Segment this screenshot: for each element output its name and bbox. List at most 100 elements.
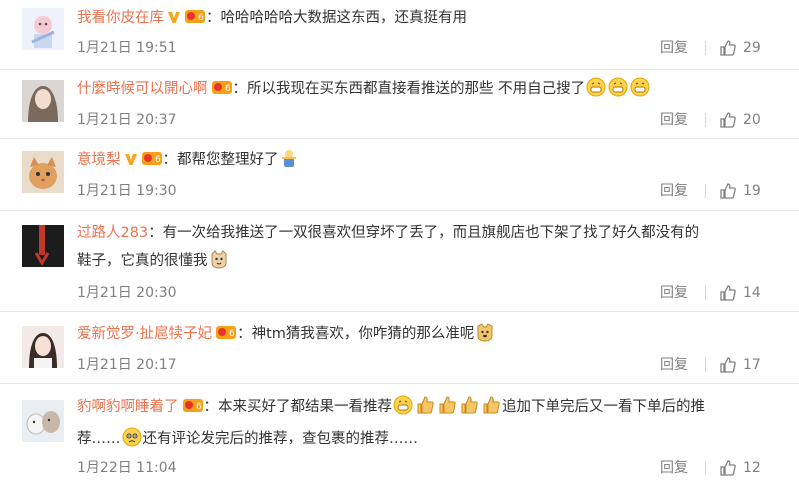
reply-button[interactable]: 回复 (660, 110, 688, 130)
comment-meta: 1月21日 19:30 回复 19 (77, 181, 779, 201)
username-link[interactable]: 豹啊豹啊睡着了 (77, 399, 179, 415)
comment-time: 1月21日 19:51 (77, 40, 177, 56)
comment-item: 我看你皮在库 6 ：哈哈哈哈哈大数据这东西，还真挺有用 1月21日 19:51 回复… (0, 0, 799, 70)
username-link[interactable]: 爱新觉罗·扯扈犊子妃 (77, 326, 212, 342)
grin-emoji-icon (393, 395, 413, 425)
comment-body: 追加下单完后又一看下单后的推 (502, 399, 705, 415)
reply-button[interactable]: 回复 (660, 38, 688, 58)
thumbs-up-icon (720, 40, 736, 56)
svg-text:6: 6 (198, 13, 204, 23)
reply-button[interactable]: 回复 (660, 355, 688, 375)
thumbs-up-icon (720, 112, 736, 128)
comment-body: ：有一次给我推送了一双很喜欢但穿坏了丢了，而且旗舰店也下架了找了好久都没有的 (148, 225, 700, 241)
reply-button[interactable]: 回复 (660, 283, 688, 303)
username-link[interactable]: 我看你皮在库 (77, 10, 164, 26)
svg-text:6: 6 (229, 329, 235, 339)
cat-emoji-icon (209, 249, 229, 279)
comment-text: 过路人283：有一次给我推送了一双很喜欢但穿坏了丢了，而且旗舰店也下架了找了好久… (77, 219, 779, 279)
divider (705, 184, 706, 198)
svg-text:6: 6 (225, 84, 231, 94)
worried-emoji-icon (122, 427, 142, 457)
comment-text: 爱新觉罗·扯扈犊子妃 6 ：神tm猜我喜欢，你咋猜的那么准呢 (77, 320, 779, 352)
avatar[interactable] (22, 80, 64, 122)
comment-body: ：本来买好了都结果一看推荐 (203, 399, 393, 415)
avatar[interactable] (22, 151, 64, 193)
thumbs-up-emoji-icon (437, 395, 457, 425)
thumbs-up-icon (720, 285, 736, 301)
comment-body: ：所以我现在买东西都直接看推送的那些 不用自己搜了 (232, 81, 586, 97)
member-badge-icon: 6 (184, 7, 206, 35)
comment-body: 还有评论发完后的推荐，查包裹的推荐…… (142, 431, 419, 447)
comment-body: 荐…… (77, 431, 121, 447)
divider (705, 113, 706, 127)
like-button[interactable]: 19 (713, 181, 779, 201)
like-count: 19 (743, 183, 761, 199)
comment-meta: 1月22日 11:04 回复 12 (77, 458, 779, 478)
like-count: 29 (743, 40, 761, 56)
comment-item: 过路人283：有一次给我推送了一双很喜欢但穿坏了丢了，而且旗舰店也下架了找了好久… (0, 211, 799, 312)
grin-emoji-icon (608, 77, 628, 107)
comment-text: 意境梨 6 ：都帮您整理好了 (77, 146, 779, 178)
avatar[interactable] (22, 326, 64, 368)
thumbs-up-emoji-icon (415, 395, 435, 425)
thumbs-up-icon (720, 357, 736, 373)
thumbs-up-icon (720, 183, 736, 199)
member-badge-icon: 6 (141, 149, 163, 177)
like-button[interactable]: 12 (713, 458, 779, 478)
comment-body: ：都帮您整理好了 (162, 152, 279, 168)
divider (705, 461, 706, 475)
v-verified-icon (167, 6, 181, 34)
servant-emoji-icon (280, 148, 298, 178)
username-link[interactable]: 什麼時候可以開心啊 (77, 81, 208, 97)
like-button[interactable]: 14 (713, 283, 779, 303)
member-badge-icon: 6 (182, 396, 204, 424)
comment-text: 豹啊豹啊睡着了 6 ：本来买好了都结果一看推荐 追加下单完后又一看下单后的推 荐…… 还… (77, 393, 779, 457)
like-button[interactable]: 17 (713, 355, 779, 375)
divider (705, 286, 706, 300)
comment-meta: 1月21日 19:51 回复 29 (77, 38, 779, 58)
like-count: 12 (743, 460, 761, 476)
thumbs-up-icon (720, 460, 736, 476)
divider (705, 41, 706, 55)
comment-body: 鞋子，它真的很懂我 (77, 253, 208, 269)
comment-time: 1月21日 20:17 (77, 357, 177, 373)
like-button[interactable]: 29 (713, 38, 779, 58)
comment-time: 1月22日 11:04 (77, 460, 177, 476)
member-badge-icon: 6 (215, 323, 237, 351)
like-count: 14 (743, 285, 761, 301)
comment-item: 什麼時候可以開心啊 6 ：所以我现在买东西都直接看推送的那些 不用自己搜了 1月21… (0, 70, 799, 139)
reply-button[interactable]: 回复 (660, 458, 688, 478)
svg-text:6: 6 (196, 402, 202, 412)
comment-text: 什麼時候可以開心啊 6 ：所以我现在买东西都直接看推送的那些 不用自己搜了 (77, 75, 779, 107)
comment-meta: 1月21日 20:17 回复 17 (77, 355, 779, 375)
username-link[interactable]: 意境梨 (77, 152, 121, 168)
divider (705, 358, 706, 372)
comment-time: 1月21日 20:37 (77, 112, 177, 128)
comment-time: 1月21日 19:30 (77, 183, 177, 199)
thumbs-up-emoji-icon (459, 395, 479, 425)
grin-emoji-icon (586, 77, 606, 107)
reply-button[interactable]: 回复 (660, 181, 688, 201)
doge-emoji-icon (475, 322, 495, 352)
comment-text: 我看你皮在库 6 ：哈哈哈哈哈大数据这东西，还真挺有用 (77, 4, 779, 35)
comment-meta: 1月21日 20:30 回复 14 (77, 283, 779, 303)
comment-body: ：哈哈哈哈哈大数据这东西，还真挺有用 (206, 10, 467, 26)
comment-item: 爱新觉罗·扯扈犊子妃 6 ：神tm猜我喜欢，你咋猜的那么准呢 1月21日 20:17… (0, 312, 799, 384)
svg-text:6: 6 (155, 155, 161, 165)
comment-time: 1月21日 20:30 (77, 285, 177, 301)
like-count: 17 (743, 357, 761, 373)
like-button[interactable]: 20 (713, 110, 779, 130)
comment-item: 意境梨 6 ：都帮您整理好了 1月21日 19:30 回复 19 (0, 139, 799, 211)
avatar[interactable] (22, 8, 64, 50)
username-link[interactable]: 过路人283 (77, 225, 148, 241)
thumbs-up-emoji-icon (481, 395, 501, 425)
comment-meta: 1月21日 20:37 回复 20 (77, 110, 779, 130)
like-count: 20 (743, 112, 761, 128)
member-badge-icon: 6 (211, 78, 233, 106)
v-verified-icon (124, 148, 138, 176)
avatar[interactable] (22, 400, 64, 442)
comment-body: ：神tm猜我喜欢，你咋猜的那么准呢 (237, 326, 475, 342)
grin-emoji-icon (630, 77, 650, 107)
comment-item: 豹啊豹啊睡着了 6 ：本来买好了都结果一看推荐 追加下单完后又一看下单后的推 荐…… 还… (0, 384, 799, 488)
avatar[interactable] (22, 225, 64, 267)
